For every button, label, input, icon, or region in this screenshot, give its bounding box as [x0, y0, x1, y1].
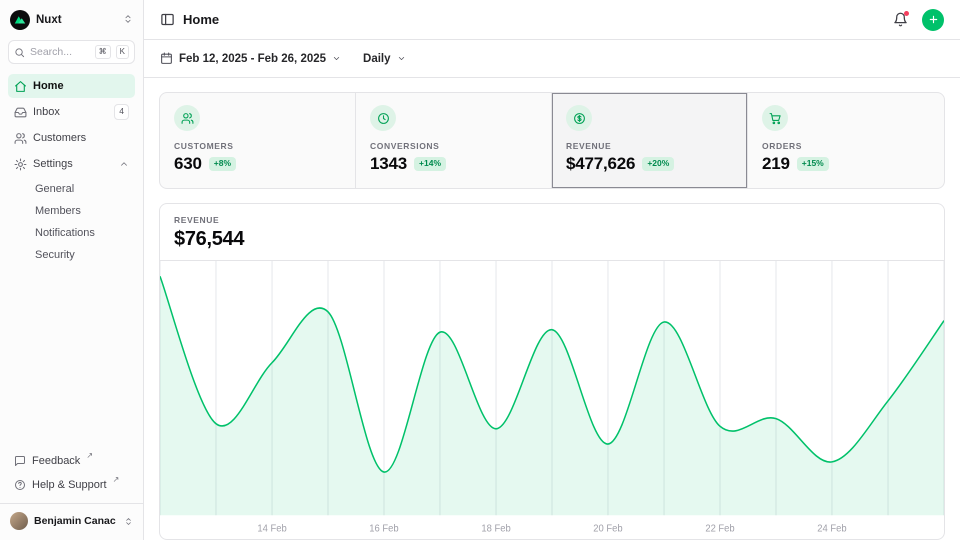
settings-submenu: General Members Notifications Security	[8, 178, 135, 266]
revenue-chart-card: REVENUE $76,544 14 Feb 16 Feb 18 Feb 20 Feb…	[159, 203, 945, 540]
date-range-value: Feb 12, 2025 - Feb 26, 2025	[179, 53, 326, 65]
stat-label: CONVERSIONS	[370, 141, 537, 151]
sidebar-item-label: Home	[33, 80, 64, 92]
dollar-circle-icon	[566, 105, 592, 131]
inbox-count-badge: 4	[114, 104, 129, 119]
search-placeholder: Search...	[30, 46, 90, 58]
svg-text:18 Feb: 18 Feb	[481, 523, 511, 534]
page-header: Home	[144, 0, 960, 40]
sidebar-item-customers[interactable]: Customers	[8, 126, 135, 150]
workspace-selector[interactable]: Nuxt	[8, 8, 135, 40]
chart-label: REVENUE	[174, 215, 930, 225]
stats-row: CUSTOMERS 630 +8% CONVERSIONS 1343 +14%	[159, 92, 945, 189]
users-icon	[174, 105, 200, 131]
user-menu[interactable]: Benjamin Canac	[0, 503, 143, 532]
period-value: Daily	[363, 53, 391, 65]
svg-text:16 Feb: 16 Feb	[369, 523, 399, 534]
clock-icon	[370, 105, 396, 131]
svg-text:22 Feb: 22 Feb	[705, 523, 735, 534]
stat-value: 630	[174, 154, 202, 174]
sidebar-subitem-general[interactable]: General	[35, 178, 135, 200]
stat-card-conversions[interactable]: CONVERSIONS 1343 +14%	[356, 93, 552, 188]
stat-card-revenue[interactable]: REVENUE $477,626 +20%	[552, 93, 748, 188]
sidebar-nav: Home Inbox 4 Customers Settings	[8, 74, 135, 268]
sidebar-item-settings[interactable]: Settings	[8, 152, 135, 176]
svg-text:14 Feb: 14 Feb	[257, 523, 287, 534]
stat-label: CUSTOMERS	[174, 141, 341, 151]
app-window: Nuxt Search... ⌘ K Home	[0, 0, 960, 540]
sidebar-item-label: Inbox	[33, 106, 60, 118]
svg-text:20 Feb: 20 Feb	[593, 523, 623, 534]
sidebar-subitem-security[interactable]: Security	[35, 244, 135, 266]
stat-value: 219	[762, 154, 790, 174]
svg-text:24 Feb: 24 Feb	[817, 523, 847, 534]
external-link-icon: ↗	[113, 475, 120, 484]
users-icon	[14, 132, 27, 145]
stat-trend-badge: +15%	[797, 157, 829, 170]
inbox-icon	[14, 106, 27, 119]
gear-icon	[14, 158, 27, 171]
stat-card-customers[interactable]: CUSTOMERS 630 +8%	[160, 93, 356, 188]
sidebar-item-inbox[interactable]: Inbox 4	[8, 100, 135, 124]
revenue-area-chart: 14 Feb 16 Feb 18 Feb 20 Feb 22 Feb 24 Feb	[160, 261, 944, 539]
external-link-icon: ↗	[86, 451, 93, 460]
period-select[interactable]: Daily	[363, 53, 406, 65]
sidebar-toggle-button[interactable]	[160, 12, 175, 27]
shopping-cart-icon	[762, 105, 788, 131]
kbd-k: K	[116, 45, 129, 59]
help-circle-icon	[14, 479, 26, 491]
stat-trend-badge: +20%	[642, 157, 674, 170]
notifications-bell-button[interactable]	[893, 12, 908, 27]
sidebar-item-feedback[interactable]: Feedback ↗	[8, 449, 135, 473]
sidebar-item-help-support[interactable]: Help & Support ↗	[8, 473, 135, 497]
chevrons-up-down-icon	[123, 11, 133, 29]
stat-value: $477,626	[566, 154, 635, 174]
chevron-down-icon	[397, 54, 406, 63]
stat-trend-badge: +14%	[414, 157, 446, 170]
sidebar: Nuxt Search... ⌘ K Home	[0, 0, 144, 540]
stat-card-orders[interactable]: ORDERS 219 +15%	[748, 93, 944, 188]
calendar-icon	[160, 52, 173, 65]
avatar	[10, 512, 28, 530]
chevrons-up-down-icon	[124, 517, 133, 526]
sidebar-subitem-notifications[interactable]: Notifications	[35, 222, 135, 244]
chevron-up-icon	[119, 159, 129, 169]
stat-label: ORDERS	[762, 141, 930, 151]
message-bubble-icon	[14, 455, 26, 467]
filters-toolbar: Feb 12, 2025 - Feb 26, 2025 Daily	[144, 40, 960, 78]
user-name: Benjamin Canac	[34, 515, 118, 527]
sidebar-subitem-members[interactable]: Members	[35, 200, 135, 222]
page-title: Home	[183, 12, 885, 27]
sidebar-item-label: Settings	[33, 158, 73, 170]
kbd-cmd: ⌘	[95, 45, 111, 59]
stat-trend-badge: +8%	[209, 157, 236, 170]
notification-dot	[904, 11, 909, 16]
search-input[interactable]: Search... ⌘ K	[8, 40, 135, 64]
stat-label: REVENUE	[566, 141, 733, 151]
sidebar-item-home[interactable]: Home	[8, 74, 135, 98]
nuxt-logo-icon	[10, 10, 30, 30]
main-area: Home Feb 12, 2025 - Feb 26, 2025 Daily	[144, 0, 960, 540]
chart-header: REVENUE $76,544	[160, 204, 944, 261]
add-button[interactable]	[922, 9, 944, 31]
home-icon	[14, 80, 27, 93]
page-content: CUSTOMERS 630 +8% CONVERSIONS 1343 +14%	[144, 78, 960, 540]
date-range-picker[interactable]: Feb 12, 2025 - Feb 26, 2025	[160, 52, 341, 65]
workspace-name: Nuxt	[36, 14, 117, 26]
chart-plot-area: 14 Feb 16 Feb 18 Feb 20 Feb 22 Feb 24 Feb	[160, 261, 944, 539]
chart-total-value: $76,544	[174, 228, 930, 251]
stat-value: 1343	[370, 154, 407, 174]
search-icon	[14, 47, 25, 58]
sidebar-item-label: Customers	[33, 132, 86, 144]
chevron-down-icon	[332, 54, 341, 63]
